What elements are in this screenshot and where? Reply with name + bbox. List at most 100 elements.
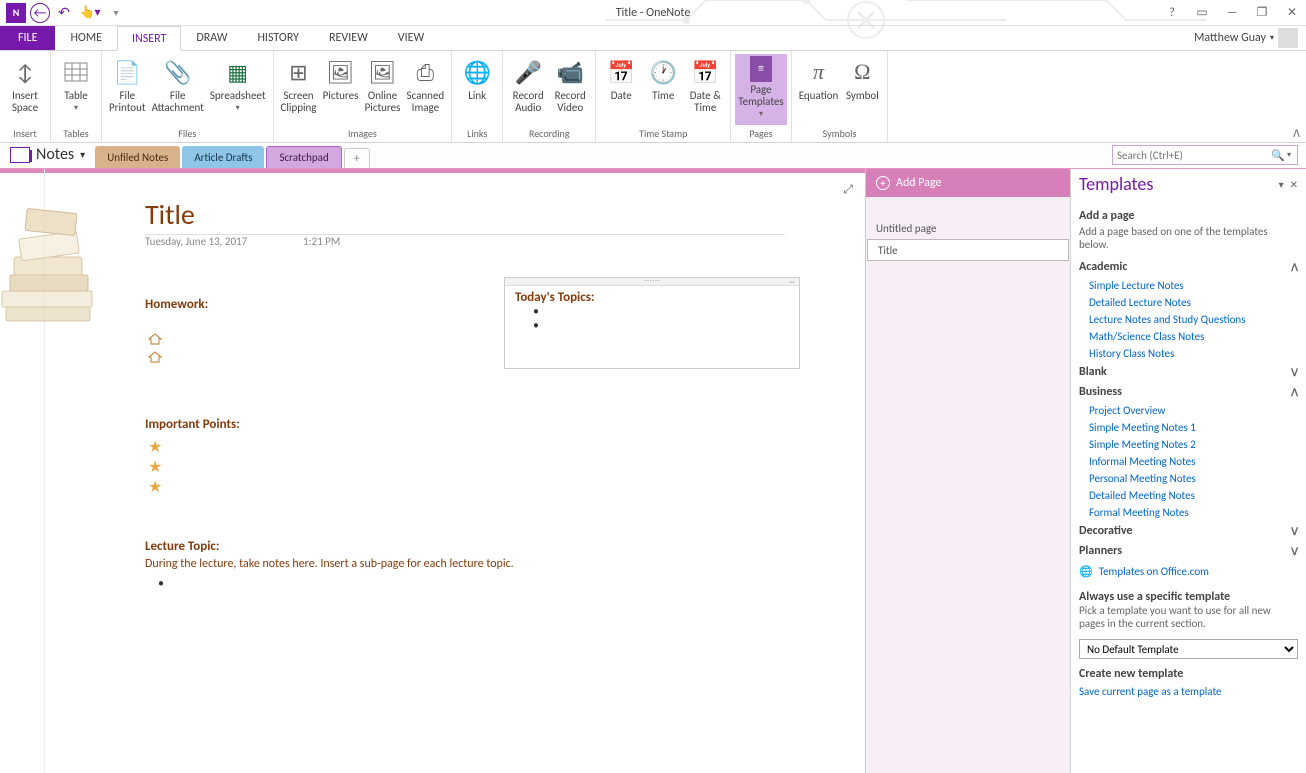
spreadsheet-button[interactable]: ▦ Spreadsheet ▾ (207, 54, 269, 125)
template-project-overview[interactable]: Project Overview (1079, 402, 1298, 419)
tab-history[interactable]: HISTORY (242, 26, 314, 50)
link-button[interactable]: 🌐 Link (456, 54, 498, 125)
online-pictures-button[interactable]: 🖼 Online Pictures (362, 54, 404, 125)
maximize-button[interactable]: ❐ (1252, 4, 1272, 22)
homework-heading[interactable]: Homework: (145, 297, 208, 312)
file-printout-button[interactable]: 📄 File Printout (106, 54, 149, 125)
lecture-hint-text[interactable]: During the lecture, take notes here. Ins… (145, 557, 514, 571)
qat-customize[interactable]: ▾ (104, 2, 128, 24)
add-page-button[interactable]: + Add Page (866, 169, 1070, 197)
page-date[interactable]: Tuesday, June 13, 2017 (145, 235, 247, 248)
page-list-item-selected[interactable]: Title (867, 239, 1069, 261)
page-title[interactable]: Title (145, 197, 785, 235)
template-simple-meeting-2[interactable]: Simple Meeting Notes 2 (1079, 436, 1298, 453)
templates-office-link[interactable]: 🌐 Templates on Office.com (1079, 561, 1298, 582)
help-button[interactable]: ? (1162, 4, 1182, 22)
notebook-picker[interactable]: Notes ▾ (0, 145, 95, 168)
category-planners[interactable]: Plannersᐯ (1079, 541, 1298, 561)
templates-pane: Templates ▾ ✕ Add a page Add a page base… (1070, 169, 1306, 773)
tab-home[interactable]: HOME (55, 26, 117, 50)
container-drag-handle[interactable]: ⇔ (505, 278, 799, 286)
record-audio-button[interactable]: 🎤 Record Audio (507, 54, 549, 125)
screen-clipping-button[interactable]: ⊞ Screen Clipping (278, 54, 320, 125)
template-simple-lecture[interactable]: Simple Lecture Notes (1079, 277, 1298, 294)
undo-button[interactable]: ↶ (52, 2, 76, 24)
template-math-science[interactable]: Math/Science Class Notes (1079, 328, 1298, 345)
create-template-heading: Create new template (1079, 667, 1298, 681)
tab-file[interactable]: FILE (0, 26, 55, 50)
scanned-image-button[interactable]: ⎙ Scanned Image (404, 54, 448, 125)
user-menu[interactable]: Matthew Guay ▾ (1186, 26, 1306, 50)
template-detailed-meeting[interactable]: Detailed Meeting Notes (1079, 487, 1298, 504)
save-template-link[interactable]: Save current page as a template (1079, 685, 1298, 698)
add-page-hint: Add a page based on one of the templates… (1079, 225, 1298, 251)
search-icon[interactable]: 🔍 (1269, 149, 1287, 162)
template-lecture-study[interactable]: Lecture Notes and Study Questions (1079, 311, 1298, 328)
add-icon: + (876, 176, 890, 190)
category-decorative[interactable]: Decorativeᐯ (1079, 521, 1298, 541)
close-pane-button[interactable]: ✕ (1290, 178, 1298, 191)
page-list-item[interactable]: Untitled page (866, 217, 1070, 239)
tab-draw[interactable]: DRAW (181, 26, 242, 50)
category-blank[interactable]: Blankᐯ (1079, 362, 1298, 382)
camera-icon: 📹 (554, 56, 586, 88)
spreadsheet-icon: ▦ (222, 56, 254, 88)
record-video-button[interactable]: 📹 Record Video (549, 54, 591, 125)
todays-topics-heading[interactable]: Today's Topics: (505, 286, 799, 305)
search-box[interactable]: 🔍 ▾ (1112, 145, 1298, 165)
lecture-topic-heading[interactable]: Lecture Topic: (145, 539, 219, 554)
time-button[interactable]: 🕐 Time (642, 54, 684, 125)
pictures-button[interactable]: 🖼 Pictures (320, 54, 362, 125)
sections-bar: Notes ▾ Unfiled Notes Article Drafts Scr… (0, 143, 1306, 169)
back-button[interactable]: ← (30, 3, 50, 23)
bullet[interactable]: • (158, 577, 164, 591)
page-editor[interactable]: ⤢ Title Tuesday, June 13, 2017 1:21 PM H… (0, 169, 865, 773)
add-section-button[interactable]: + (344, 148, 370, 168)
file-attachment-button[interactable]: 📎 File Attachment (149, 54, 207, 125)
insert-space-button[interactable]: ↕ Insert Space (4, 54, 46, 125)
todays-topics-container[interactable]: ⇔ Today's Topics: • • (504, 277, 800, 369)
pane-options-button[interactable]: ▾ (1279, 178, 1284, 191)
scanner-icon: ⎙ (409, 56, 441, 88)
collapse-ribbon-button[interactable]: ᐱ (1293, 127, 1300, 140)
template-personal-meeting[interactable]: Personal Meeting Notes (1079, 470, 1298, 487)
default-template-select[interactable]: No Default Template (1079, 639, 1298, 659)
table-icon (60, 56, 92, 88)
always-use-hint: Pick a template you want to use for all … (1079, 604, 1298, 630)
search-scope-dropdown[interactable]: ▾ (1287, 150, 1297, 160)
close-button[interactable]: ✕ (1282, 4, 1302, 22)
date-time-icon: 📅 (689, 56, 721, 88)
page-templates-button[interactable]: ≡ Page Templates ▾ (735, 54, 786, 125)
category-academic[interactable]: Academicᐱ (1079, 257, 1298, 277)
section-tab-unfiled[interactable]: Unfiled Notes (95, 146, 180, 168)
category-business[interactable]: Businessᐱ (1079, 382, 1298, 402)
expand-page-button[interactable]: ⤢ (843, 183, 853, 197)
minimize-button[interactable]: — (1222, 4, 1242, 22)
date-button[interactable]: 📅 Date (600, 54, 642, 125)
bullet[interactable]: • (505, 305, 799, 319)
template-detailed-lecture[interactable]: Detailed Lecture Notes (1079, 294, 1298, 311)
template-simple-meeting-1[interactable]: Simple Meeting Notes 1 (1079, 419, 1298, 436)
section-tab-scratchpad[interactable]: Scratchpad (266, 146, 341, 168)
symbol-button[interactable]: Ω Symbol (841, 54, 883, 125)
page-time[interactable]: 1:21 PM (303, 235, 340, 248)
important-points-heading[interactable]: Important Points: (145, 417, 240, 432)
ribbon-display-button[interactable]: ▭ (1192, 4, 1212, 22)
search-input[interactable] (1113, 149, 1269, 162)
tab-insert[interactable]: INSERT (117, 26, 181, 51)
tab-view[interactable]: VIEW (383, 26, 439, 50)
screen-clipping-icon: ⊞ (283, 56, 315, 88)
section-tab-drafts[interactable]: Article Drafts (182, 146, 264, 168)
bullet[interactable]: • (505, 319, 799, 333)
tab-review[interactable]: REVIEW (314, 26, 383, 50)
date-time-button[interactable]: 📅 Date & Time (684, 54, 726, 125)
chevron-down-icon: ᐯ (1291, 545, 1298, 558)
template-history[interactable]: History Class Notes (1079, 345, 1298, 362)
table-button[interactable]: Table ▾ (55, 54, 97, 125)
template-formal-meeting[interactable]: Formal Meeting Notes (1079, 504, 1298, 521)
template-informal-meeting[interactable]: Informal Meeting Notes (1079, 453, 1298, 470)
pi-icon: π (803, 56, 835, 88)
equation-button[interactable]: π Equation (796, 54, 842, 125)
add-page-heading: Add a page (1079, 209, 1298, 223)
touch-mode-button[interactable]: 👆▾ (78, 2, 102, 24)
